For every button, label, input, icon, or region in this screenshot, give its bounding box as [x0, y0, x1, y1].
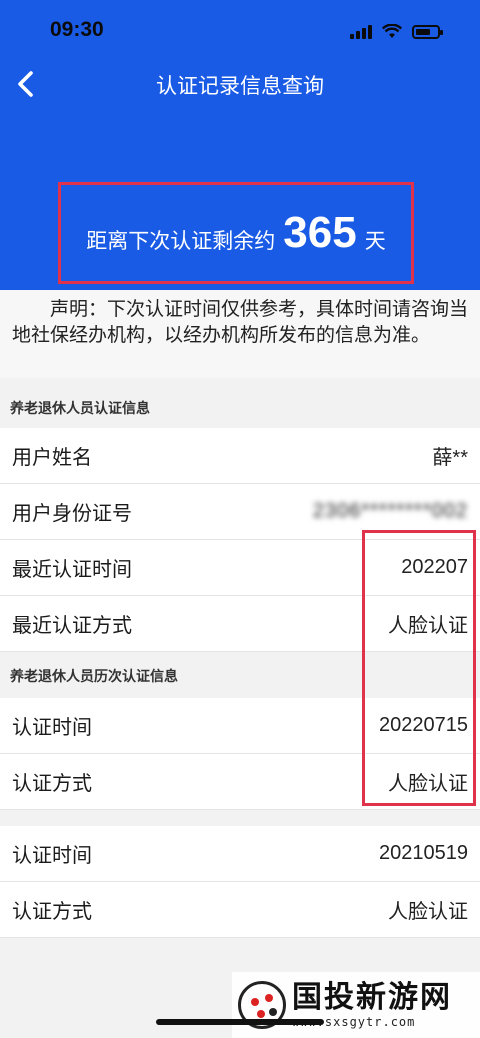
latest-auth-method-label: 最近认证方式: [12, 613, 132, 637]
history-auth-time-label: 认证时间: [12, 715, 92, 739]
history-auth-time-row: 认证时间 20210519: [0, 826, 480, 882]
remaining-days-value: 365: [283, 208, 357, 257]
history-auth-method-row: 认证方式 人脸认证: [0, 882, 480, 938]
home-indicator[interactable]: [156, 1019, 324, 1025]
status-time: 09:30: [50, 18, 104, 41]
user-name-label: 用户姓名: [12, 445, 92, 469]
id-number-label: 用户身份证号: [12, 501, 132, 525]
history-auth-time-value: 20210519: [379, 842, 468, 864]
cellular-signal-icon: [350, 24, 372, 39]
history-auth-method-value: 人脸认证: [388, 901, 468, 923]
remaining-days: 距离下次认证剩余约 365 天: [61, 185, 411, 281]
latest-auth-time-label: 最近认证时间: [12, 557, 132, 581]
history-auth-method-label: 认证方式: [12, 771, 92, 795]
annotation-highlight-box: [362, 530, 476, 806]
user-name-row: 用户姓名 薛**: [0, 428, 480, 484]
wifi-icon: [382, 24, 402, 38]
history-auth-method-label: 认证方式: [12, 899, 92, 923]
watermark: 国投新游网 www.sxsgytr.com: [232, 972, 480, 1038]
watermark-name: 国投新游网: [292, 980, 452, 1015]
page-title: 认证记录信息查询: [156, 74, 324, 98]
disclaimer-notice: 声明：下次认证时间仅供参考，具体时间请咨询当地社保经办机构，以经办机构所发布的信…: [0, 290, 480, 378]
id-number-value: 2306********002: [312, 500, 468, 522]
nav-bar: 认证记录信息查询: [0, 60, 480, 108]
status-bar: 09:30: [0, 0, 480, 60]
user-name-value: 薛**: [432, 447, 468, 469]
section-title-auth-info: 养老退休人员认证信息: [0, 388, 480, 428]
remaining-unit: 天: [364, 229, 386, 253]
remaining-prefix: 距离下次认证剩余约: [86, 229, 276, 253]
battery-icon: [412, 24, 443, 39]
history-auth-time-label: 认证时间: [12, 843, 92, 867]
remaining-days-highlight: 距离下次认证剩余约 365 天: [58, 182, 414, 284]
